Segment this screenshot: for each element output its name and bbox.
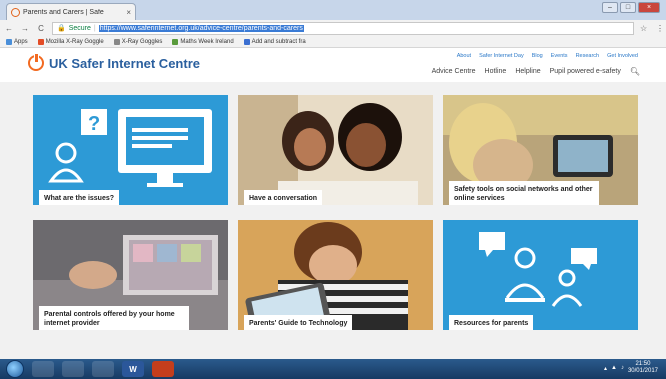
tile-caption: Parental controls offered by your home i…	[39, 306, 189, 330]
separator: |	[93, 24, 96, 32]
close-window-button[interactable]: ×	[638, 2, 660, 13]
bookmark-label: Mozilla X-Ray Goggle	[45, 38, 104, 45]
nav-events[interactable]: Events	[551, 53, 568, 59]
window-controls: – □ ×	[602, 2, 660, 13]
powerpoint-icon[interactable]	[152, 361, 174, 377]
tab-title: Parents and Carers | Safe	[23, 8, 104, 16]
web-page: UK Safer Internet Centre About Safer Int…	[0, 48, 666, 359]
tile-caption: Safety tools on social networks and othe…	[449, 181, 599, 205]
reload-button[interactable]: C	[36, 24, 46, 33]
menu-icon[interactable]: ⋮	[656, 24, 664, 33]
chrome-icon[interactable]	[92, 361, 114, 377]
tile-caption: Resources for parents	[449, 315, 534, 330]
site-logo[interactable]: UK Safer Internet Centre	[28, 53, 200, 71]
nav-hotline[interactable]: Hotline	[485, 68, 507, 75]
lock-icon: 🔒	[57, 25, 66, 32]
media-player-icon[interactable]	[32, 361, 54, 377]
nav-pupil-powered[interactable]: Pupil powered e-safety	[550, 68, 621, 75]
tray-arrow-icon[interactable]: ▴	[604, 365, 607, 372]
bookmark-item[interactable]: Add and subtract fra	[243, 38, 306, 45]
forward-button[interactable]: →	[20, 24, 30, 33]
favicon-icon	[11, 7, 20, 17]
svg-text:?: ?	[88, 113, 100, 135]
browser-tab-strip: Parents and Carers | Safe × – □ ×	[0, 0, 666, 20]
back-button[interactable]: ←	[4, 24, 14, 33]
bookmark-item[interactable]: Maths Week Ireland	[172, 38, 234, 45]
apps-grid-icon	[6, 38, 12, 45]
child-tablet-photo-image	[238, 220, 433, 330]
clock-date: 30/01/2017	[627, 368, 658, 374]
tile-safety-tools[interactable]: Safety tools on social networks and othe…	[443, 95, 638, 205]
power-logo-icon	[28, 53, 44, 71]
people-chat-illustration-icon	[479, 232, 597, 307]
maths-week-icon	[172, 38, 179, 45]
tile-have-a-conversation[interactable]: Have a conversation	[238, 95, 433, 205]
tile-parental-controls[interactable]: Parental controls offered by your home i…	[33, 220, 228, 330]
bookmarks-bar: Apps Mozilla X-Ray Goggle X-Ray Goggles …	[0, 36, 666, 48]
page-icon	[243, 38, 250, 45]
computer-illustration-icon: ?	[48, 109, 212, 187]
tab-close-button[interactable]: ×	[126, 8, 135, 17]
url-text[interactable]: https://www.saferinternet.org.uk/advice-…	[98, 24, 304, 32]
nav-helpline[interactable]: Helpline	[515, 68, 540, 75]
mozilla-icon	[37, 38, 44, 45]
bookmark-apps[interactable]: Apps	[6, 38, 28, 45]
secure-label: Secure	[68, 24, 91, 32]
bookmark-star-icon[interactable]: ☆	[640, 24, 650, 33]
start-button[interactable]	[6, 360, 24, 378]
search-icon[interactable]: 🔍︎	[630, 67, 640, 76]
maximize-button[interactable]: □	[620, 2, 636, 13]
clock[interactable]: 21:50 30/01/2017	[628, 361, 658, 375]
tile-resources-for-parents[interactable]: Resources for parents	[443, 220, 638, 330]
browser-toolbar: ← → C 🔒 Secure | https://www.saferintern…	[0, 20, 666, 36]
page-icon	[113, 38, 120, 45]
word-icon[interactable]: W	[122, 361, 144, 377]
family-photo-image	[238, 95, 433, 205]
tile-what-are-the-issues[interactable]: ? What are the issues?	[33, 95, 228, 205]
volume-icon[interactable]: ♪	[621, 365, 624, 371]
bookmark-item[interactable]: X-Ray Goggles	[113, 38, 163, 45]
file-explorer-icon[interactable]	[62, 361, 84, 377]
main-nav: Advice Centre Hotline Helpline Pupil pow…	[432, 67, 640, 76]
nav-advice-centre[interactable]: Advice Centre	[432, 68, 476, 75]
brand-name: UK Safer Internet Centre	[49, 55, 200, 71]
nav-get-involved[interactable]: Get Involved	[607, 53, 638, 59]
browser-tab[interactable]: Parents and Carers | Safe ×	[6, 3, 136, 20]
site-header: UK Safer Internet Centre About Safer Int…	[0, 48, 666, 82]
bookmark-label: Maths Week Ireland	[180, 38, 234, 45]
top-nav: About Safer Internet Day Blog Events Res…	[457, 53, 638, 59]
bookmark-label: Apps	[14, 38, 28, 45]
system-tray: ▴ ▲ ♪ 21:50 30/01/2017	[604, 361, 658, 375]
nav-safer-internet-day[interactable]: Safer Internet Day	[479, 53, 524, 59]
bookmark-label: Add and subtract fra	[251, 38, 306, 45]
address-bar[interactable]: 🔒 Secure | https://www.saferinternet.org…	[52, 21, 634, 35]
tile-caption: Parents' Guide to Technology	[244, 315, 353, 330]
tile-caption: Have a conversation	[244, 190, 323, 205]
clock-time: 21:50	[635, 361, 651, 367]
tile-caption: What are the issues?	[39, 190, 120, 205]
windows-taskbar: W ▴ ▲ ♪ 21:50 30/01/2017	[0, 359, 666, 379]
tile-parents-guide-to-technology[interactable]: Parents' Guide to Technology	[238, 220, 433, 330]
nav-blog[interactable]: Blog	[532, 53, 543, 59]
nav-research[interactable]: Research	[576, 53, 600, 59]
minimize-button[interactable]: –	[602, 2, 618, 13]
nav-about[interactable]: About	[457, 53, 471, 59]
bookmark-item[interactable]: Mozilla X-Ray Goggle	[37, 38, 104, 45]
network-icon[interactable]: ▲	[611, 365, 617, 371]
bookmark-label: X-Ray Goggles	[121, 38, 163, 45]
